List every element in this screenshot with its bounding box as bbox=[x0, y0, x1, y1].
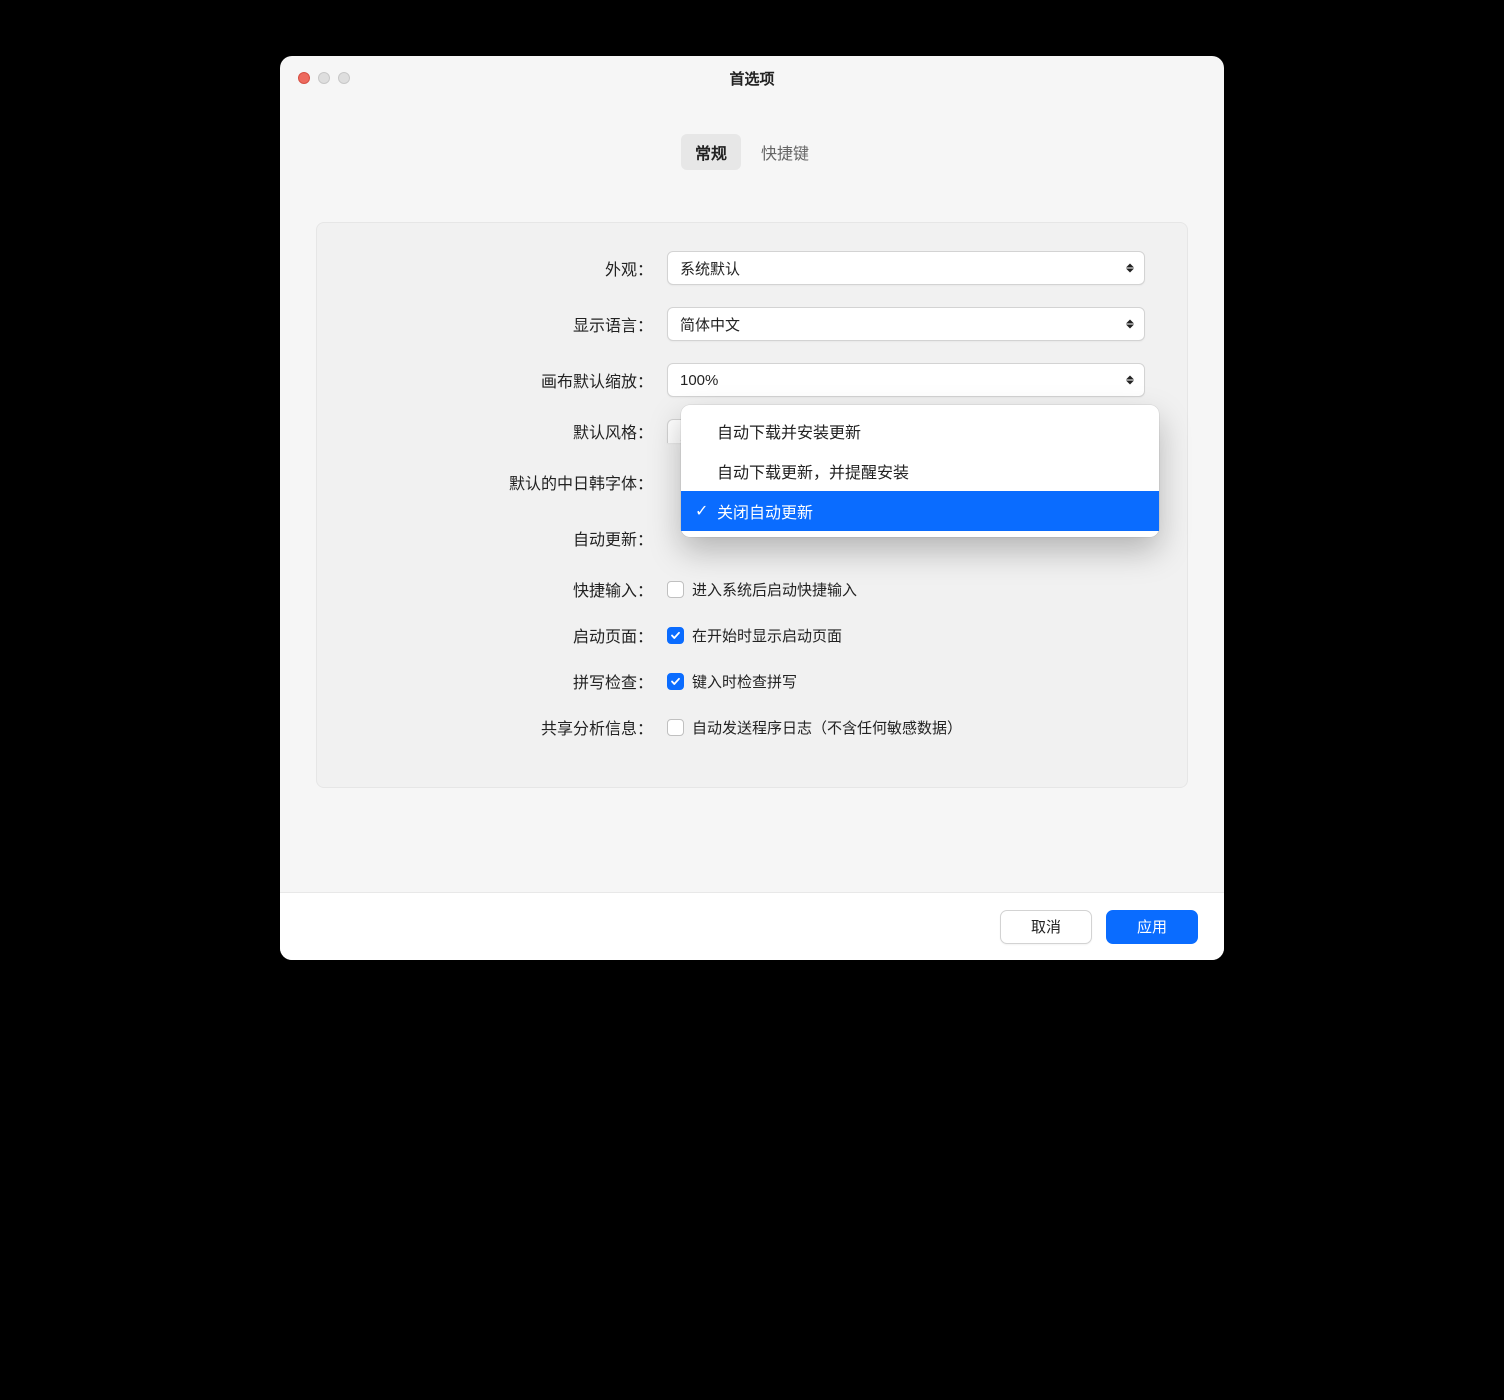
start-page-text: 在开始时显示启动页面 bbox=[692, 625, 842, 646]
check-icon: ✓ bbox=[695, 501, 708, 521]
tab-shortcuts[interactable]: 快捷键 bbox=[747, 134, 823, 170]
appearance-select-value: 系统默认 bbox=[680, 258, 740, 279]
auto-update-option-remind[interactable]: ✓ 自动下载更新，并提醒安装 bbox=[681, 451, 1159, 491]
spell-label: 拼写检查： bbox=[317, 669, 667, 693]
spell-checkbox[interactable] bbox=[667, 673, 684, 690]
language-select-value: 简体中文 bbox=[680, 314, 740, 335]
tab-general[interactable]: 常规 bbox=[681, 134, 741, 170]
tab-bar: 常规 快捷键 bbox=[280, 134, 1224, 170]
titlebar: 首选项 bbox=[280, 56, 1224, 100]
start-page-label: 启动页面： bbox=[317, 623, 667, 647]
dropdown-option-label: 自动下载更新，并提醒安装 bbox=[717, 459, 909, 483]
quick-input-checkbox[interactable] bbox=[667, 581, 684, 598]
analytics-text: 自动发送程序日志（不含任何敏感数据） bbox=[692, 717, 962, 738]
auto-update-option-install[interactable]: ✓ 自动下载并安装更新 bbox=[681, 411, 1159, 451]
start-page-checkbox[interactable] bbox=[667, 627, 684, 644]
dropdown-option-label: 关闭自动更新 bbox=[717, 499, 813, 523]
auto-update-label: 自动更新： bbox=[317, 526, 667, 550]
analytics-label: 共享分析信息： bbox=[317, 715, 667, 739]
quick-input-label: 快捷输入： bbox=[317, 577, 667, 601]
cancel-button[interactable]: 取消 bbox=[1000, 910, 1092, 944]
language-label: 显示语言： bbox=[317, 312, 667, 336]
zoom-select-value: 100% bbox=[680, 372, 718, 389]
general-settings-panel: 外观： 系统默认 显示语言： 简体中文 画布默认缩放： 100% bbox=[316, 222, 1188, 788]
auto-update-dropdown: ✓ 自动下载并安装更新 ✓ 自动下载更新，并提醒安装 ✓ 关闭自动更新 bbox=[681, 405, 1159, 537]
maximize-window-button[interactable] bbox=[338, 72, 350, 84]
language-select[interactable]: 简体中文 bbox=[667, 307, 1145, 341]
zoom-label: 画布默认缩放： bbox=[317, 368, 667, 392]
cjk-font-label: 默认的中日韩字体： bbox=[317, 470, 667, 494]
close-window-button[interactable] bbox=[298, 72, 310, 84]
style-label: 默认风格： bbox=[317, 419, 667, 443]
spell-text: 键入时检查拼写 bbox=[692, 671, 797, 692]
appearance-label: 外观： bbox=[317, 256, 667, 280]
apply-button[interactable]: 应用 bbox=[1106, 910, 1198, 944]
dropdown-option-label: 自动下载并安装更新 bbox=[717, 419, 861, 443]
dialog-footer: 取消 应用 bbox=[280, 892, 1224, 960]
appearance-select[interactable]: 系统默认 bbox=[667, 251, 1145, 285]
zoom-select[interactable]: 100% bbox=[667, 363, 1145, 397]
quick-input-text: 进入系统后启动快捷输入 bbox=[692, 579, 857, 600]
traffic-lights bbox=[298, 72, 350, 84]
minimize-window-button[interactable] bbox=[318, 72, 330, 84]
analytics-checkbox[interactable] bbox=[667, 719, 684, 736]
window-title: 首选项 bbox=[729, 68, 774, 89]
auto-update-option-off[interactable]: ✓ 关闭自动更新 bbox=[681, 491, 1159, 531]
preferences-window: 首选项 常规 快捷键 外观： 系统默认 显示语言： 简体中文 bbox=[280, 56, 1224, 960]
